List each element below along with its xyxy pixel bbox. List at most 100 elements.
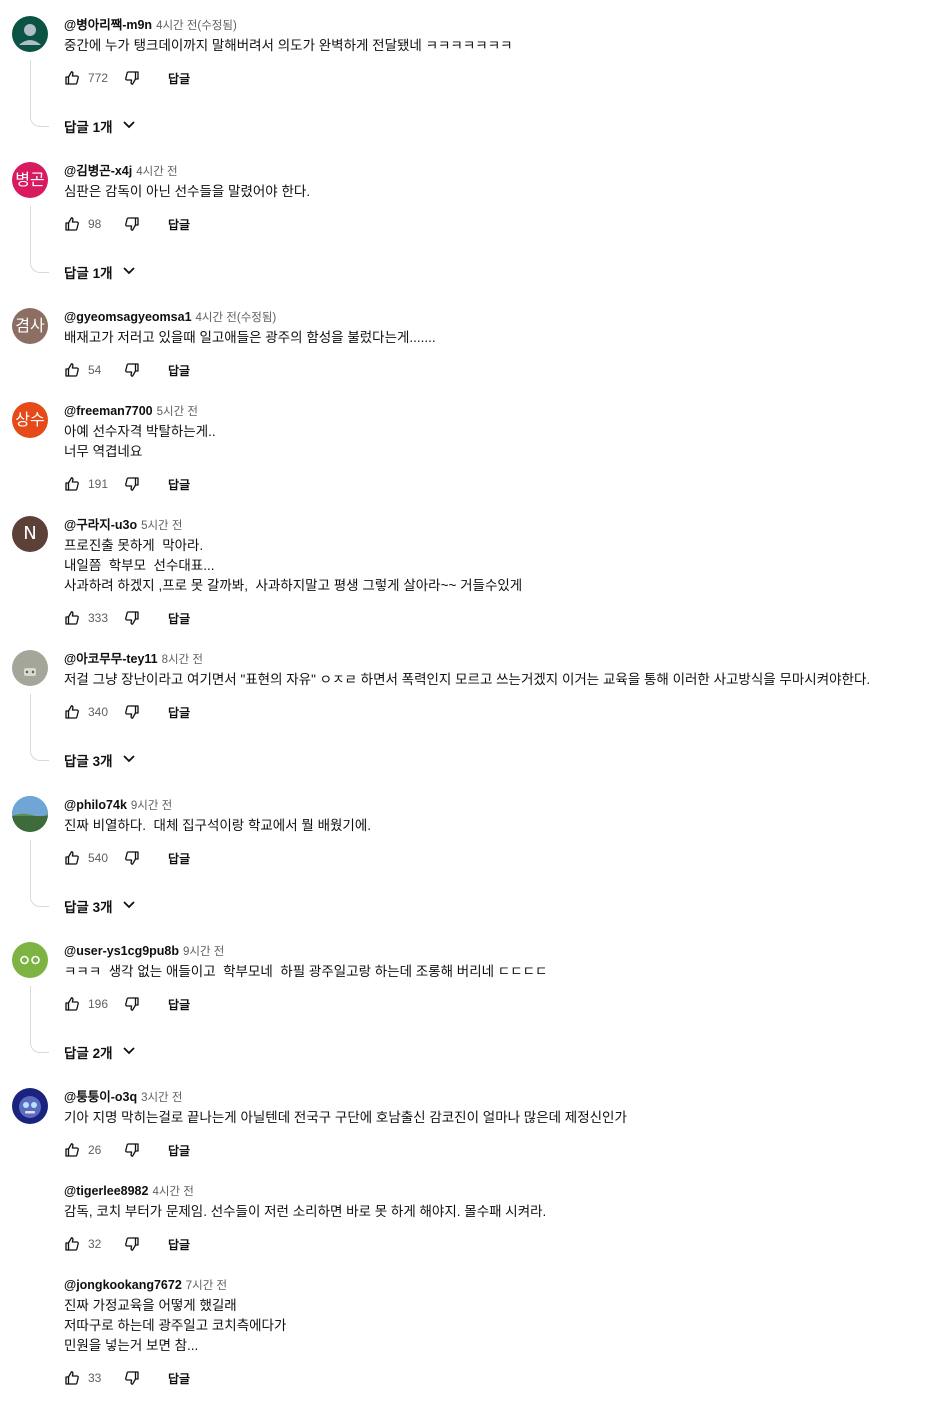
author-name[interactable]: @jongkookang7672 bbox=[64, 1278, 182, 1292]
thumbs-up-icon[interactable] bbox=[64, 476, 80, 492]
replies-count: 답글 1개 bbox=[64, 120, 113, 135]
comment-text: 진짜 가정교육을 어떻게 했길래 저따구로 하는데 광주일고 코치측에다가 민원… bbox=[64, 1298, 287, 1353]
replies-toggle[interactable]: 답글 1개 bbox=[64, 261, 137, 283]
avatar[interactable] bbox=[12, 796, 48, 832]
replies-toggle[interactable]: 답글 1개 bbox=[64, 115, 137, 137]
comment-actions: 33 답글 bbox=[64, 1368, 190, 1388]
comment-header: @gyeomsagyeomsa1 4시간 전(수정됨) bbox=[64, 308, 276, 327]
author-name[interactable]: @김병곤-x4j bbox=[64, 164, 132, 178]
timestamp[interactable]: 3시간 전 bbox=[141, 1092, 182, 1104]
reply-button[interactable]: 답글 bbox=[168, 1370, 190, 1387]
reply-button[interactable]: 답글 bbox=[168, 70, 190, 87]
comment-header: @freeman7700 5시간 전 bbox=[64, 402, 198, 421]
avatar[interactable]: 상수 bbox=[12, 402, 48, 438]
thumbs-down-icon[interactable] bbox=[124, 216, 140, 232]
reply-button[interactable]: 답글 bbox=[168, 1236, 190, 1253]
reply-button[interactable]: 답글 bbox=[168, 996, 190, 1013]
like-count: 33 bbox=[88, 1371, 102, 1385]
reply-button[interactable]: 답글 bbox=[168, 476, 190, 493]
reply-button[interactable]: 답글 bbox=[168, 216, 190, 233]
thumbs-up-icon[interactable] bbox=[64, 1370, 80, 1386]
reply-button[interactable]: 답글 bbox=[168, 850, 190, 867]
thumbs-down-icon[interactable] bbox=[124, 1236, 140, 1252]
thumbs-up-icon[interactable] bbox=[64, 996, 80, 1012]
comment-text: 아예 선수자격 박탈하는게.. 너무 역겹네요 bbox=[64, 424, 216, 459]
chevron-down-icon bbox=[121, 896, 137, 917]
replies-count: 답글 3개 bbox=[64, 754, 113, 769]
timestamp[interactable]: 8시간 전 bbox=[162, 654, 203, 666]
author-name[interactable]: @퉁퉁이-o3q bbox=[64, 1090, 137, 1104]
comment-header: @퉁퉁이-o3q 3시간 전 bbox=[64, 1088, 182, 1107]
comment-actions: 32 답글 bbox=[64, 1234, 190, 1254]
comment-header: @아코무무-tey11 8시간 전 bbox=[64, 650, 203, 669]
thumbs-up-icon[interactable] bbox=[64, 70, 80, 86]
avatar[interactable]: 겸사 bbox=[12, 308, 48, 344]
avatar[interactable] bbox=[12, 16, 48, 52]
thumbs-up-icon[interactable] bbox=[64, 610, 80, 626]
timestamp[interactable]: 4시간 전 bbox=[136, 166, 177, 178]
comment-actions: 26 답글 bbox=[64, 1140, 190, 1160]
replies-count: 답글 3개 bbox=[64, 900, 113, 915]
timestamp[interactable]: 4시간 전(수정됨) bbox=[156, 20, 237, 32]
author-name[interactable]: @구라지-u3o bbox=[64, 518, 137, 532]
timestamp[interactable]: 4시간 전(수정됨) bbox=[196, 312, 277, 324]
thumbs-up-icon[interactable] bbox=[64, 850, 80, 866]
author-name[interactable]: @philo74k bbox=[64, 798, 127, 812]
chevron-down-icon bbox=[121, 262, 137, 283]
thumbs-up-icon[interactable] bbox=[64, 216, 80, 232]
avatar[interactable]: 병곤 bbox=[12, 162, 48, 198]
thumbs-down-icon[interactable] bbox=[124, 70, 140, 86]
author-name[interactable]: @gyeomsagyeomsa1 bbox=[64, 310, 192, 324]
replies-count: 답글 2개 bbox=[64, 1046, 113, 1061]
thumbs-down-icon[interactable] bbox=[124, 850, 140, 866]
timestamp[interactable]: 9시간 전 bbox=[131, 800, 172, 812]
reply-button[interactable]: 답글 bbox=[168, 1142, 190, 1159]
thumbs-up-icon[interactable] bbox=[64, 362, 80, 378]
thumbs-up-icon[interactable] bbox=[64, 704, 80, 720]
avatar[interactable] bbox=[12, 650, 48, 686]
comment-text: 심판은 감독이 아닌 선수들을 말렸어야 한다. bbox=[64, 184, 311, 199]
replies-toggle[interactable]: 답글 3개 bbox=[64, 749, 137, 771]
comment-actions: 196 답글 bbox=[64, 994, 190, 1014]
like-count: 26 bbox=[88, 1143, 102, 1157]
thumbs-up-icon[interactable] bbox=[64, 1236, 80, 1252]
timestamp[interactable]: 5시간 전 bbox=[141, 520, 182, 532]
timestamp[interactable]: 5시간 전 bbox=[157, 406, 198, 418]
comment-header: @tigerlee8982 4시간 전 bbox=[64, 1182, 194, 1201]
avatar[interactable] bbox=[12, 942, 48, 978]
thread-line bbox=[30, 840, 49, 907]
reply-button[interactable]: 답글 bbox=[168, 704, 190, 721]
chevron-down-icon bbox=[121, 116, 137, 137]
comment-actions: 191 답글 bbox=[64, 474, 190, 494]
like-count: 54 bbox=[88, 363, 102, 377]
comment-text: 감독, 코치 부터가 문제임. 선수들이 저런 소리하면 바로 못 하게 해야지… bbox=[64, 1204, 547, 1219]
avatar[interactable]: N bbox=[12, 516, 48, 552]
thumbs-down-icon[interactable] bbox=[124, 362, 140, 378]
comment-header: @병아리짹-m9n 4시간 전(수정됨) bbox=[64, 16, 237, 35]
like-count: 333 bbox=[88, 611, 109, 625]
author-name[interactable]: @user-ys1cg9pu8b bbox=[64, 944, 179, 958]
thumbs-down-icon[interactable] bbox=[124, 1370, 140, 1386]
comment-header: @구라지-u3o 5시간 전 bbox=[64, 516, 182, 535]
thumbs-down-icon[interactable] bbox=[124, 996, 140, 1012]
thumbs-down-icon[interactable] bbox=[124, 1142, 140, 1158]
timestamp[interactable]: 7시간 전 bbox=[186, 1280, 227, 1292]
comment-text: 중간에 누가 탱크데이까지 말해버려서 의도가 완벽하게 전달됐네 ㅋㅋㅋㅋㅋㅋ… bbox=[64, 38, 513, 53]
avatar[interactable] bbox=[12, 1088, 48, 1124]
thumbs-down-icon[interactable] bbox=[124, 704, 140, 720]
replies-toggle[interactable]: 답글 2개 bbox=[64, 1041, 137, 1063]
timestamp[interactable]: 4시간 전 bbox=[152, 1186, 193, 1198]
author-name[interactable]: @병아리짹-m9n bbox=[64, 18, 152, 32]
reply-button[interactable]: 답글 bbox=[168, 362, 190, 379]
reply-button[interactable]: 답글 bbox=[168, 610, 190, 627]
timestamp[interactable]: 9시간 전 bbox=[183, 946, 224, 958]
thumbs-up-icon[interactable] bbox=[64, 1142, 80, 1158]
thumbs-down-icon[interactable] bbox=[124, 476, 140, 492]
thumbs-down-icon[interactable] bbox=[124, 610, 140, 626]
author-name[interactable]: @아코무무-tey11 bbox=[64, 652, 158, 666]
replies-toggle[interactable]: 답글 3개 bbox=[64, 895, 137, 917]
author-name[interactable]: @tigerlee8982 bbox=[64, 1184, 148, 1198]
comment-text: 저걸 그냥 장난이라고 여기면서 "표현의 자유" ㅇㅈㄹ 하면서 폭력인지 모… bbox=[64, 672, 871, 687]
comment-actions: 772 답글 bbox=[64, 68, 190, 88]
author-name[interactable]: @freeman7700 bbox=[64, 404, 153, 418]
